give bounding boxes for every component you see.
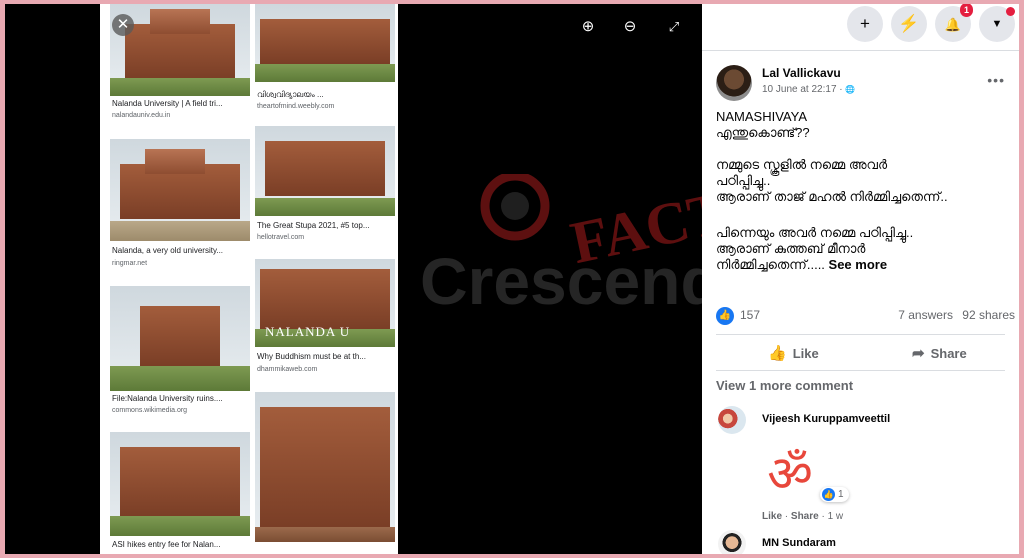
comment-reactions[interactable]: 👍 1 xyxy=(820,487,849,502)
fullscreen-icon[interactable]: ⤢ xyxy=(663,16,685,38)
answers-count[interactable]: 7 answers xyxy=(898,308,953,322)
post-line-8-text: നിർമ്മിച്ചതെന്ന്..... xyxy=(716,257,829,272)
divider xyxy=(716,370,1005,371)
result-image-6: NALANDA U xyxy=(255,259,395,347)
top-icons: + ⚡ 🔔 1 ▼ xyxy=(847,4,1015,42)
result-caption-4: The Great Stupa 2021, #5 top... xyxy=(257,221,370,230)
result-source-3: ringmar.net xyxy=(112,260,148,267)
result-image-7 xyxy=(110,432,250,536)
author-name[interactable]: Lal Vallickavu xyxy=(762,66,841,80)
notification-badge: 1 xyxy=(959,4,973,17)
post-panel: + ⚡ 🔔 1 ▼ Lal Vallickavu 10 June at 22:1… xyxy=(702,4,1019,554)
like-label: Like xyxy=(792,346,819,361)
photo-viewer: Nalanda University | A field tri... nala… xyxy=(5,4,1019,554)
result-source-2: theartofmind.weebly.com xyxy=(257,103,335,110)
result-image-3 xyxy=(110,139,250,241)
messenger-icon[interactable]: ⚡ xyxy=(891,6,927,42)
post-meta: 10 June at 22:17 · 🌐 xyxy=(762,84,855,95)
result-image-8 xyxy=(255,392,395,542)
post-line-7: ആരാണ് കുത്തബ് മീനാർ xyxy=(716,241,866,256)
post-line-8: നിർമ്മിച്ചതെന്ന്..... See more xyxy=(716,257,887,273)
post-line-5: ആരാണ് താജ് മഹൽ നിർമ്മിച്ചതെന്ന്.. xyxy=(716,189,948,204)
share-label: Share xyxy=(930,346,967,361)
result-caption-7: ASI hikes entry fee for Nalan... xyxy=(112,540,221,549)
divider xyxy=(716,334,1005,335)
reaction-count[interactable]: 157 xyxy=(740,308,760,322)
result-image-4 xyxy=(255,126,395,216)
like-button[interactable]: 👍 Like xyxy=(768,344,819,362)
like-reaction-icon: 👍 xyxy=(822,488,835,501)
commenter-avatar[interactable] xyxy=(718,406,746,434)
result-caption-3: Nalanda, a very old university... xyxy=(112,246,224,255)
caret-down-icon: ▼ xyxy=(991,18,1003,30)
result-source-5: commons.wikimedia.org xyxy=(112,407,188,414)
divider xyxy=(702,50,1019,51)
close-icon[interactable]: ✕ xyxy=(112,14,134,36)
bell-icon: 🔔 xyxy=(944,17,962,32)
result-caption-2: വിശ്വവിദ്യാലയം ... xyxy=(257,90,324,99)
result-caption-1: Nalanda University | A field tri... xyxy=(112,99,223,108)
account-menu[interactable]: ▼ xyxy=(979,6,1015,42)
shares-count[interactable]: 92 shares xyxy=(962,308,1015,322)
comment-time[interactable]: 1 w xyxy=(828,511,844,522)
post-stats: 7 answers 92 shares xyxy=(898,308,1015,322)
result-source-4: hellotravel.com xyxy=(257,234,305,241)
create-plus-icon[interactable]: + xyxy=(847,6,883,42)
result-source-1: nalandauniv.edu.in xyxy=(112,112,171,119)
result-image-5 xyxy=(110,286,250,391)
comment-reaction-count: 1 xyxy=(838,489,844,500)
post-line-2: എന്തുകൊണ്ട്?? xyxy=(716,125,810,140)
result-source-6: dhammikaweb.com xyxy=(257,366,318,373)
comment-actions: Like · Share · 1 w xyxy=(762,511,844,522)
share-button[interactable]: ➦ Share xyxy=(912,344,967,362)
zoom-in-icon[interactable]: ⊕ xyxy=(577,16,599,38)
commenter-avatar[interactable] xyxy=(718,530,746,554)
image-overlay-text: NALANDA U xyxy=(265,324,351,339)
result-caption-6: Why Buddhism must be at th... xyxy=(257,352,366,361)
comment-share-link[interactable]: Share xyxy=(791,511,819,522)
like-reaction-icon[interactable]: 👍 xyxy=(716,307,734,325)
author-avatar[interactable] xyxy=(716,65,752,101)
more-options-icon[interactable]: ••• xyxy=(987,72,1005,88)
commenter-name[interactable]: Vijeesh Kuruppamveettil xyxy=(762,413,890,425)
notifications-bell[interactable]: 🔔 1 xyxy=(935,4,973,42)
image-viewer: Nalanda University | A field tri... nala… xyxy=(5,4,702,554)
result-caption-5: File:Nalanda University ruins.... xyxy=(112,394,223,403)
post-line-4: പഠിപ്പിച്ചു.. xyxy=(716,173,771,188)
post-line-1: NAMASHIVAYA xyxy=(716,109,808,124)
post-line-6: പിന്നെയും അവർ നമ്മെ പഠിപ്പിച്ചു.. xyxy=(716,225,914,240)
post-line-3: നമ്മുടെ സ്കൂളിൽ നമ്മെ അവർ xyxy=(716,157,888,172)
share-icon: ➦ xyxy=(912,345,925,362)
see-more-link[interactable]: See more xyxy=(829,257,888,272)
commenter-name[interactable]: MN Sundaram xyxy=(762,537,836,549)
comment-like-link[interactable]: Like xyxy=(762,511,782,522)
screenshot-image-search-results: Nalanda University | A field tri... nala… xyxy=(100,4,398,554)
om-sticker: ॐ xyxy=(767,445,813,503)
result-image-2 xyxy=(255,4,395,82)
view-more-comments[interactable]: View 1 more comment xyxy=(716,378,853,393)
zoom-out-icon[interactable]: ⊖ xyxy=(619,16,641,38)
account-dot xyxy=(1006,7,1015,16)
globe-icon: 🌐 xyxy=(845,85,856,94)
post-date[interactable]: 10 June at 22:17 · xyxy=(762,84,845,95)
like-icon: 👍 xyxy=(768,345,787,362)
